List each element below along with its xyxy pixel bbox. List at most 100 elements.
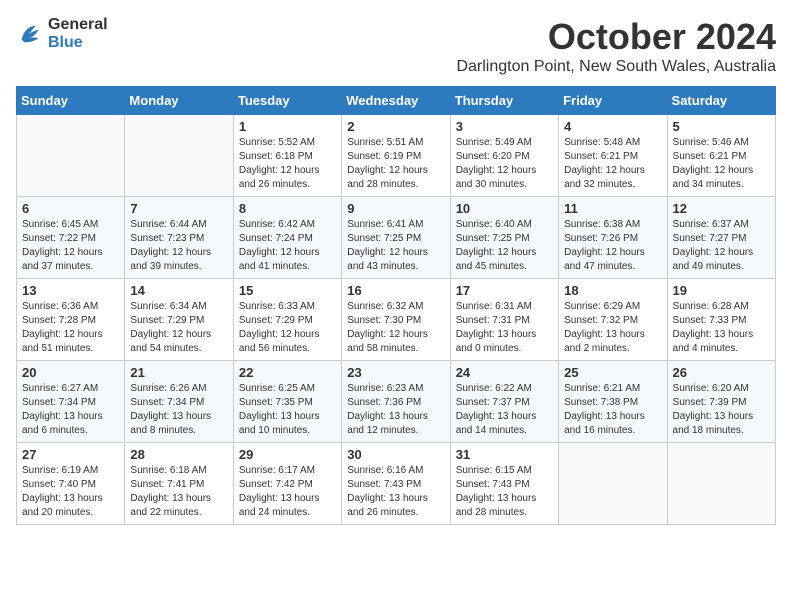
- day-number: 19: [673, 283, 770, 298]
- day-number: 30: [347, 447, 444, 462]
- sunset-text: Sunset: 7:40 PM: [22, 479, 96, 490]
- sunrise-text: Sunrise: 6:36 AM: [22, 301, 98, 312]
- table-row: 25 Sunrise: 6:21 AM Sunset: 7:38 PM Dayl…: [559, 361, 667, 443]
- header-sunday: Sunday: [17, 87, 125, 115]
- day-info: Sunrise: 6:42 AM Sunset: 7:24 PM Dayligh…: [239, 218, 336, 274]
- day-info: Sunrise: 6:33 AM Sunset: 7:29 PM Dayligh…: [239, 300, 336, 356]
- sunset-text: Sunset: 7:22 PM: [22, 233, 96, 244]
- daylight-text: Daylight: 13 hours and 4 minutes.: [673, 329, 754, 354]
- sunset-text: Sunset: 7:43 PM: [456, 479, 530, 490]
- daylight-text: Daylight: 13 hours and 2 minutes.: [564, 329, 645, 354]
- table-row: 16 Sunrise: 6:32 AM Sunset: 7:30 PM Dayl…: [342, 279, 450, 361]
- table-row: [559, 443, 667, 525]
- day-info: Sunrise: 6:45 AM Sunset: 7:22 PM Dayligh…: [22, 218, 119, 274]
- table-row: 8 Sunrise: 6:42 AM Sunset: 7:24 PM Dayli…: [233, 197, 341, 279]
- sunset-text: Sunset: 7:36 PM: [347, 397, 421, 408]
- table-row: 1 Sunrise: 5:52 AM Sunset: 6:18 PM Dayli…: [233, 115, 341, 197]
- daylight-text: Daylight: 12 hours and 37 minutes.: [22, 247, 103, 272]
- table-row: 9 Sunrise: 6:41 AM Sunset: 7:25 PM Dayli…: [342, 197, 450, 279]
- day-number: 9: [347, 201, 444, 216]
- sunrise-text: Sunrise: 6:25 AM: [239, 383, 315, 394]
- sunrise-text: Sunrise: 6:33 AM: [239, 301, 315, 312]
- day-number: 28: [130, 447, 227, 462]
- day-info: Sunrise: 6:15 AM Sunset: 7:43 PM Dayligh…: [456, 464, 553, 520]
- day-number: 10: [456, 201, 553, 216]
- sunrise-text: Sunrise: 6:31 AM: [456, 301, 532, 312]
- sunset-text: Sunset: 7:31 PM: [456, 315, 530, 326]
- table-row: 14 Sunrise: 6:34 AM Sunset: 7:29 PM Dayl…: [125, 279, 233, 361]
- sunset-text: Sunset: 7:35 PM: [239, 397, 313, 408]
- header-friday: Friday: [559, 87, 667, 115]
- header-saturday: Saturday: [667, 87, 775, 115]
- sunset-text: Sunset: 7:33 PM: [673, 315, 747, 326]
- day-number: 11: [564, 201, 661, 216]
- sunrise-text: Sunrise: 6:34 AM: [130, 301, 206, 312]
- sunrise-text: Sunrise: 6:15 AM: [456, 465, 532, 476]
- day-info: Sunrise: 6:17 AM Sunset: 7:42 PM Dayligh…: [239, 464, 336, 520]
- sunset-text: Sunset: 7:24 PM: [239, 233, 313, 244]
- header-tuesday: Tuesday: [233, 87, 341, 115]
- day-number: 12: [673, 201, 770, 216]
- table-row: 24 Sunrise: 6:22 AM Sunset: 7:37 PM Dayl…: [450, 361, 558, 443]
- day-number: 7: [130, 201, 227, 216]
- table-row: 7 Sunrise: 6:44 AM Sunset: 7:23 PM Dayli…: [125, 197, 233, 279]
- table-row: [17, 115, 125, 197]
- logo-icon: [16, 20, 44, 48]
- sunset-text: Sunset: 7:25 PM: [347, 233, 421, 244]
- sunrise-text: Sunrise: 6:29 AM: [564, 301, 640, 312]
- sunset-text: Sunset: 7:32 PM: [564, 315, 638, 326]
- day-number: 15: [239, 283, 336, 298]
- day-info: Sunrise: 5:52 AM Sunset: 6:18 PM Dayligh…: [239, 136, 336, 192]
- daylight-text: Daylight: 12 hours and 51 minutes.: [22, 329, 103, 354]
- calendar-week-row: 1 Sunrise: 5:52 AM Sunset: 6:18 PM Dayli…: [17, 115, 776, 197]
- sunset-text: Sunset: 7:41 PM: [130, 479, 204, 490]
- page-header: General Blue October 2024 Darlington Poi…: [16, 16, 776, 76]
- sunset-text: Sunset: 7:38 PM: [564, 397, 638, 408]
- day-number: 29: [239, 447, 336, 462]
- sunrise-text: Sunrise: 6:16 AM: [347, 465, 423, 476]
- table-row: 26 Sunrise: 6:20 AM Sunset: 7:39 PM Dayl…: [667, 361, 775, 443]
- sunrise-text: Sunrise: 6:21 AM: [564, 383, 640, 394]
- day-number: 23: [347, 365, 444, 380]
- daylight-text: Daylight: 12 hours and 47 minutes.: [564, 247, 645, 272]
- sunset-text: Sunset: 7:25 PM: [456, 233, 530, 244]
- table-row: 28 Sunrise: 6:18 AM Sunset: 7:41 PM Dayl…: [125, 443, 233, 525]
- day-number: 4: [564, 119, 661, 134]
- day-info: Sunrise: 6:18 AM Sunset: 7:41 PM Dayligh…: [130, 464, 227, 520]
- sunrise-text: Sunrise: 6:42 AM: [239, 219, 315, 230]
- table-row: 11 Sunrise: 6:38 AM Sunset: 7:26 PM Dayl…: [559, 197, 667, 279]
- sunrise-text: Sunrise: 6:22 AM: [456, 383, 532, 394]
- day-number: 14: [130, 283, 227, 298]
- daylight-text: Daylight: 13 hours and 12 minutes.: [347, 411, 428, 436]
- sunrise-text: Sunrise: 6:44 AM: [130, 219, 206, 230]
- sunset-text: Sunset: 7:34 PM: [130, 397, 204, 408]
- sunrise-text: Sunrise: 6:40 AM: [456, 219, 532, 230]
- day-number: 25: [564, 365, 661, 380]
- sunset-text: Sunset: 7:39 PM: [673, 397, 747, 408]
- month-title: October 2024: [456, 16, 776, 58]
- table-row: 15 Sunrise: 6:33 AM Sunset: 7:29 PM Dayl…: [233, 279, 341, 361]
- sunset-text: Sunset: 6:21 PM: [673, 151, 747, 162]
- table-row: 19 Sunrise: 6:28 AM Sunset: 7:33 PM Dayl…: [667, 279, 775, 361]
- sunset-text: Sunset: 7:30 PM: [347, 315, 421, 326]
- day-number: 13: [22, 283, 119, 298]
- daylight-text: Daylight: 12 hours and 43 minutes.: [347, 247, 428, 272]
- daylight-text: Daylight: 13 hours and 0 minutes.: [456, 329, 537, 354]
- sunrise-text: Sunrise: 5:48 AM: [564, 137, 640, 148]
- daylight-text: Daylight: 12 hours and 41 minutes.: [239, 247, 320, 272]
- daylight-text: Daylight: 12 hours and 54 minutes.: [130, 329, 211, 354]
- table-row: 29 Sunrise: 6:17 AM Sunset: 7:42 PM Dayl…: [233, 443, 341, 525]
- daylight-text: Daylight: 12 hours and 34 minutes.: [673, 165, 754, 190]
- daylight-text: Daylight: 12 hours and 58 minutes.: [347, 329, 428, 354]
- day-number: 2: [347, 119, 444, 134]
- day-info: Sunrise: 6:44 AM Sunset: 7:23 PM Dayligh…: [130, 218, 227, 274]
- day-number: 17: [456, 283, 553, 298]
- day-info: Sunrise: 6:40 AM Sunset: 7:25 PM Dayligh…: [456, 218, 553, 274]
- day-info: Sunrise: 6:16 AM Sunset: 7:43 PM Dayligh…: [347, 464, 444, 520]
- day-number: 18: [564, 283, 661, 298]
- daylight-text: Daylight: 13 hours and 24 minutes.: [239, 493, 320, 518]
- table-row: 10 Sunrise: 6:40 AM Sunset: 7:25 PM Dayl…: [450, 197, 558, 279]
- sunrise-text: Sunrise: 5:46 AM: [673, 137, 749, 148]
- header-thursday: Thursday: [450, 87, 558, 115]
- table-row: 23 Sunrise: 6:23 AM Sunset: 7:36 PM Dayl…: [342, 361, 450, 443]
